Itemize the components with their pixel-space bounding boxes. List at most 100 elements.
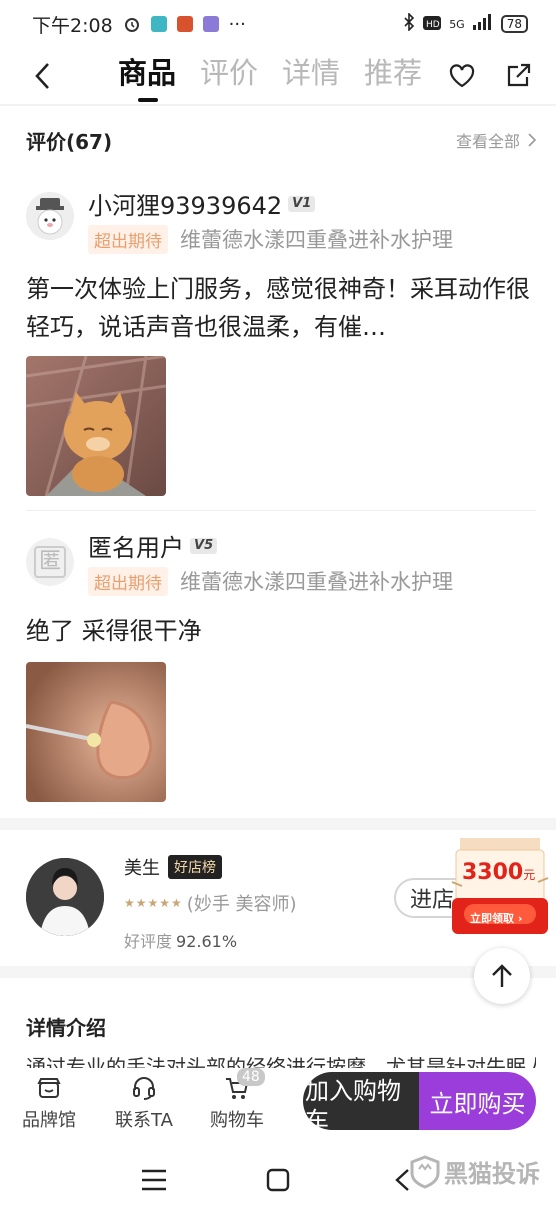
watermark: 黑猫投诉 [410, 1154, 540, 1189]
app-notification-icon-3 [202, 16, 219, 32]
add-to-cart-button[interactable]: 加入购物车 [303, 1072, 419, 1130]
detail-text: 通过专业的手法对头部的经络进行按摩，尤其是针对失眠人 [26, 1055, 536, 1068]
review-text: 第一次体验上门服务，感觉很神奇！采耳动作很轻巧，说话声音也很温柔，有催… [26, 275, 530, 341]
section-separator [0, 966, 556, 978]
reviewer-name-text: 小河狸93939642 [88, 192, 283, 220]
review-tag-line: 超出期待 维蕾德水漾四重叠进补水护理 [88, 566, 453, 596]
bluetooth-icon [403, 11, 415, 36]
section-separator [0, 818, 556, 830]
shop-rating-row: ★★★★★ (妙手 美容师) [124, 890, 297, 916]
review-tag: 超出期待 [88, 566, 168, 596]
reviews-title: 评价(67) [26, 129, 113, 154]
cart-button[interactable]: 48 购物车 [210, 1068, 265, 1132]
purchase-buttons: 加入购物车 立即购买 [303, 1072, 536, 1130]
review-text: 绝了 采得很干净 [26, 617, 202, 645]
shop-positive-rate: 好评度 92.61% [124, 928, 237, 952]
review-photo[interactable] [26, 356, 166, 496]
review-item[interactable]: 小河狸93939642 V1 超出期待 维蕾德水漾四重叠进补水护理 第一次体验上… [26, 186, 536, 496]
shop-portrait-image [26, 858, 104, 936]
menu-icon [142, 1169, 166, 1191]
coupon-amount: 3300元 [462, 860, 535, 885]
back-button[interactable] [26, 58, 58, 94]
hd-icon: HD [423, 14, 442, 35]
detail-title: 详情介绍 [26, 1016, 106, 1040]
alarm-icon [123, 15, 141, 33]
review-divider [26, 510, 536, 511]
shop-avatar[interactable] [26, 858, 104, 936]
coupon-amount-unit: 元 [523, 868, 536, 882]
positive-rate-label: 好评度 [124, 932, 173, 951]
user-level-badge: V5 [190, 537, 218, 554]
tab-details[interactable]: 详情 [282, 52, 340, 102]
share-icon [507, 63, 531, 87]
menu-button[interactable] [138, 1164, 170, 1196]
app-notification-icon-2 [176, 16, 193, 32]
signal-icon [472, 13, 493, 35]
star-rating-icon: ★★★★★ [124, 896, 183, 910]
system-navigation-bar: 黑猫投诉 [0, 1138, 556, 1222]
anonymous-avatar-text: 匿 [33, 546, 66, 578]
user-level-value: 1 [302, 196, 312, 211]
cart-count-badge: 48 [237, 1068, 265, 1086]
home-button[interactable] [262, 1164, 294, 1196]
home-square-icon [266, 1168, 290, 1192]
coupon-claim-label: 立即领取 [470, 912, 514, 925]
review-tag-line: 超出期待 维蕾德水漾四重叠进补水护理 [88, 224, 453, 254]
more-notifications: ··· [228, 13, 246, 35]
bottom-action-bar: 品牌馆 联系TA 48 购物车 加入购物车 立即购买 [0, 1068, 556, 1138]
bear-avatar-icon [26, 192, 74, 240]
shop-badge: 好店榜 [168, 855, 222, 879]
reviewed-product: 维蕾德水漾四重叠进补水护理 [180, 228, 453, 252]
reviewer-name-text: 匿名用户 [88, 534, 184, 562]
status-bar: 下午2:08 ··· HD 5G 78 [0, 0, 556, 48]
shop-name-row: 美生 好店榜 [124, 854, 222, 880]
reviews-header: 评价(67) 查看全部 [26, 124, 536, 156]
cart-label: 购物车 [210, 1110, 264, 1131]
buy-now-button[interactable]: 立即购买 [419, 1072, 536, 1130]
top-navigation: 商品 评价 详情 推荐 [0, 48, 556, 106]
reviewed-product: 维蕾德水漾四重叠进补水护理 [180, 570, 453, 594]
chevron-right-icon [528, 133, 536, 147]
see-all-label: 查看全部 [455, 132, 520, 151]
app-notification-icon [150, 16, 167, 32]
contact-button[interactable]: 联系TA [115, 1074, 173, 1132]
tab-bar: 商品 评价 详情 推荐 [118, 52, 422, 102]
tab-product[interactable]: 商品 [118, 52, 176, 102]
headset-icon [130, 1074, 158, 1102]
coupon-claim-button[interactable]: 立即领取 › [470, 910, 522, 926]
user-level-badge: V1 [288, 195, 316, 212]
network-label: 5G [449, 17, 465, 31]
review-item[interactable]: 匿 匿名用户 V5 超出期待 维蕾德水漾四重叠进补水护理 绝了 采得很干净 [26, 528, 536, 808]
heart-icon [449, 64, 475, 88]
see-all-reviews-link[interactable]: 查看全部 [456, 128, 536, 152]
brand-hall-button[interactable]: 品牌馆 [22, 1074, 76, 1132]
tab-reviews[interactable]: 评价 [200, 52, 258, 102]
status-time: 下午2:08 [32, 14, 113, 37]
back-arrow-icon [35, 63, 49, 89]
ear-photo-image [26, 662, 166, 802]
battery-indicator: 78 [500, 15, 528, 33]
reviewer-name: 匿名用户 V5 [88, 528, 218, 563]
cart-icon: 48 [223, 1068, 265, 1102]
favorite-button[interactable] [446, 60, 478, 92]
review-photo[interactable] [26, 662, 166, 802]
coupon-widget[interactable]: 3300元 立即领取 › [450, 832, 550, 936]
arrow-up-icon [492, 964, 512, 987]
shop-card[interactable]: 美生 好店榜 ★★★★★ (妙手 美容师) 好评度 92.61% 进店 3300元… [0, 832, 556, 962]
scroll-to-top-button[interactable] [474, 948, 530, 1004]
reviewer-avatar [26, 192, 74, 240]
shop-role: (妙手 美容师) [186, 894, 297, 915]
share-button[interactable] [502, 60, 534, 92]
cat-shield-logo-icon [410, 1154, 440, 1189]
coupon-amount-value: 3300 [462, 860, 524, 885]
user-level-value: 5 [204, 538, 214, 553]
review-tag: 超出期待 [88, 224, 168, 254]
tab-recommend[interactable]: 推荐 [364, 52, 422, 102]
shop-name: 美生 [124, 858, 160, 879]
positive-rate-value: 92.61% [176, 932, 238, 951]
brand-hall-icon [35, 1074, 63, 1102]
contact-label: 联系TA [115, 1110, 173, 1131]
watermark-text: 黑猫投诉 [444, 1160, 540, 1188]
reviewer-avatar: 匿 [26, 538, 74, 586]
cat-photo-image [26, 356, 166, 496]
